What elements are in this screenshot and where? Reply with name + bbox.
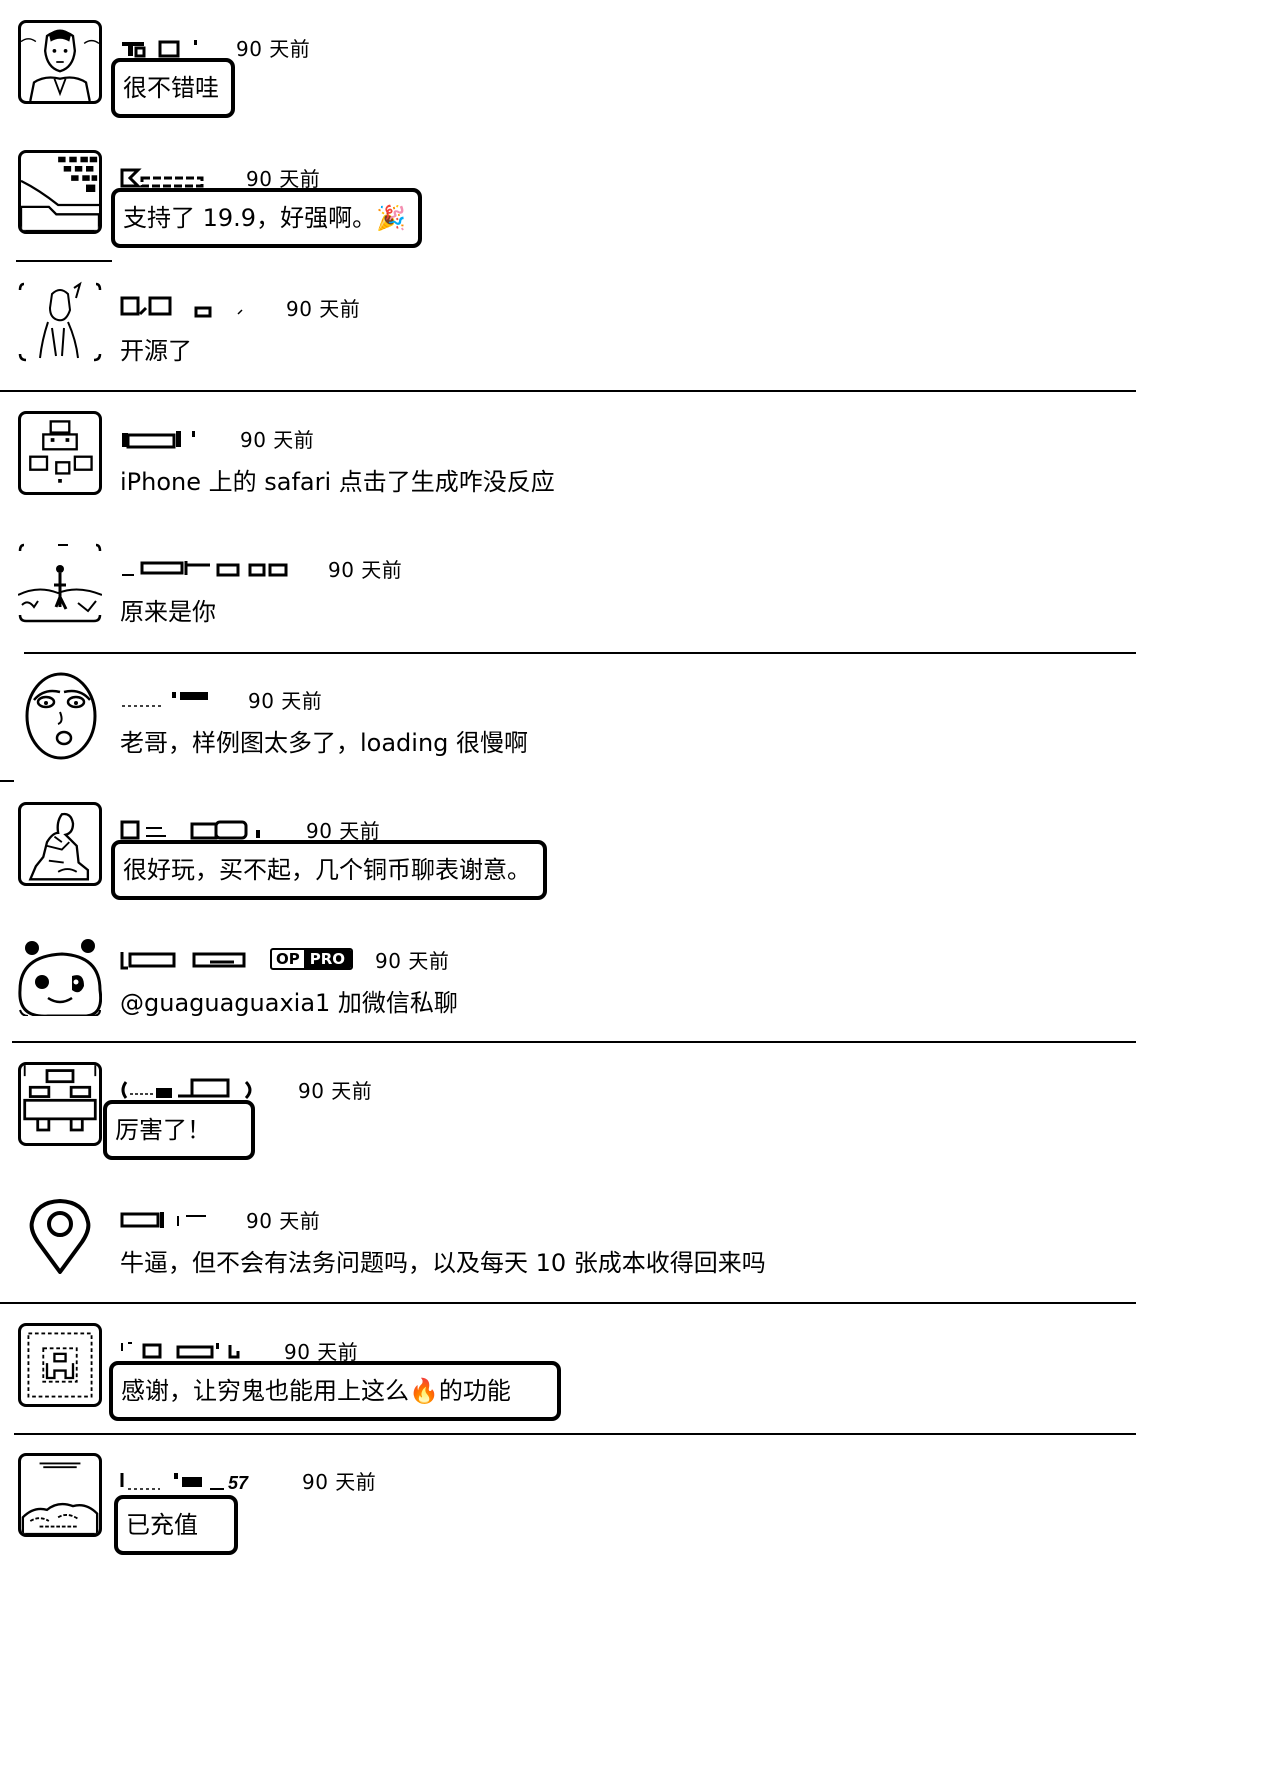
avatar[interactable] [18,1323,102,1407]
timestamp: 90 天前 [298,1078,373,1103]
pixel-invader-icon [23,1065,97,1132]
cartoon-face-icon [25,672,97,760]
comment-item: 90 天前 很不错哇 [0,0,1278,147]
comment-header: 90 天前 [120,682,322,716]
avatar[interactable] [18,280,102,364]
username-redacted[interactable] [120,427,200,449]
username-redacted[interactable]: 57 [120,1469,264,1491]
comment-item: 90 天前 厉害了！ [0,1042,1278,1189]
comment-item: 90 天前 很好玩，买不起，几个铜币聊表谢意。 [0,782,1278,929]
pro-label: PRO [303,950,352,968]
comment-text: 很不错哇 [111,58,235,118]
avatar[interactable] [28,1198,92,1274]
timestamp: 90 天前 [248,688,323,713]
comment-text: 厉害了！ [103,1100,255,1160]
man-in-suit-icon [21,29,99,101]
avatar[interactable] [18,20,102,104]
pattern-folder-icon [21,156,99,231]
avatar[interactable] [18,1453,102,1537]
timestamp: 90 天前 [240,427,315,452]
timestamp: 90 天前 [236,36,311,61]
comment-text: 支持了 19.9，好强啊。🎉 [111,188,422,248]
comment-text: 很好玩，买不起，几个铜币聊表谢意。 [111,840,547,900]
comment-text: @guaguaguaxia1 加微信私聊 [120,989,458,1017]
timestamp: 90 天前 [286,296,361,321]
username-redacted[interactable] [120,296,250,318]
sand-landscape-icon [21,1462,99,1534]
avatar[interactable] [18,932,102,1016]
comment-header: 57 90 天前 [120,1463,376,1497]
pixel-grid-icon [27,1332,93,1398]
comment-item: OP PRO 90 天前 @guaguaguaxia1 加微信私聊 [0,912,1278,1059]
comment-text: 老哥，样例图太多了，loading 很慢啊 [120,729,529,757]
comment-header: 90 天前 [120,290,360,324]
comment-text: 感谢，让穷鬼也能用上这么🔥的功能 [109,1361,561,1421]
comment-item: 90 天前 开源了 [0,260,1278,407]
landscape-person-icon [18,543,102,623]
username-redacted[interactable] [120,557,290,579]
comment-header: 90 天前 [120,1202,320,1236]
username-redacted[interactable] [120,166,206,188]
comment-text: 已充值 [114,1495,238,1555]
comment-text: 牛逼，但不会有法务问题吗，以及每天 10 张成本收得回来吗 [120,1249,766,1277]
comment-item: 90 天前 支持了 19.9，好强啊。🎉 [0,130,1278,277]
username-redacted[interactable] [120,1208,210,1230]
comment-text: iPhone 上的 safari 点击了生成咋没反应 [120,468,555,496]
username-redacted[interactable] [120,1078,256,1100]
username-redacted[interactable] [120,1339,244,1361]
username-redacted[interactable] [120,688,210,710]
comment-item: 90 天前 牛逼，但不会有法务问题吗，以及每天 10 张成本收得回来吗 [0,1172,1278,1319]
comment-item: 90 天前 感谢，让穷鬼也能用上这么🔥的功能 [0,1303,1278,1450]
comment-item: 90 天前 iPhone 上的 safari 点击了生成咋没反应 [0,391,1278,538]
statue-icon [28,812,90,881]
timestamp: 90 天前 [328,557,403,582]
drawing-figure-icon [18,281,102,362]
comment-text: 开源了 [120,337,192,365]
comment-header: OP PRO 90 天前 [120,942,449,976]
comment-header: 90 天前 [120,551,402,585]
avatar[interactable] [18,150,102,234]
avatar[interactable] [18,541,102,625]
username-redacted[interactable] [120,948,246,970]
comment-text: 原来是你 [120,598,216,626]
op-label: OP [276,950,300,968]
timestamp: 90 天前 [375,948,450,973]
svg-text:57: 57 [228,1473,249,1491]
location-pin-icon [29,1199,91,1274]
comment-header: 90 天前 [120,421,314,455]
comment-item: 90 天前 原来是你 [0,521,1278,668]
username-redacted[interactable] [120,36,200,58]
comment-item: 90 天前 老哥，样例图太多了，loading 很慢啊 [0,652,1278,799]
comment-item: 57 90 天前 已充值 [0,1433,1278,1580]
avatar[interactable] [24,670,98,760]
avatar[interactable] [18,802,102,886]
avatar[interactable] [18,1062,102,1146]
pixel-robot-icon [29,420,93,483]
timestamp: 90 天前 [302,1469,377,1494]
timestamp: 90 天前 [246,1208,321,1233]
username-redacted[interactable] [120,818,270,840]
avatar[interactable] [18,411,102,495]
panda-icon [18,939,102,1016]
op-pro-badge: OP PRO [270,948,354,970]
